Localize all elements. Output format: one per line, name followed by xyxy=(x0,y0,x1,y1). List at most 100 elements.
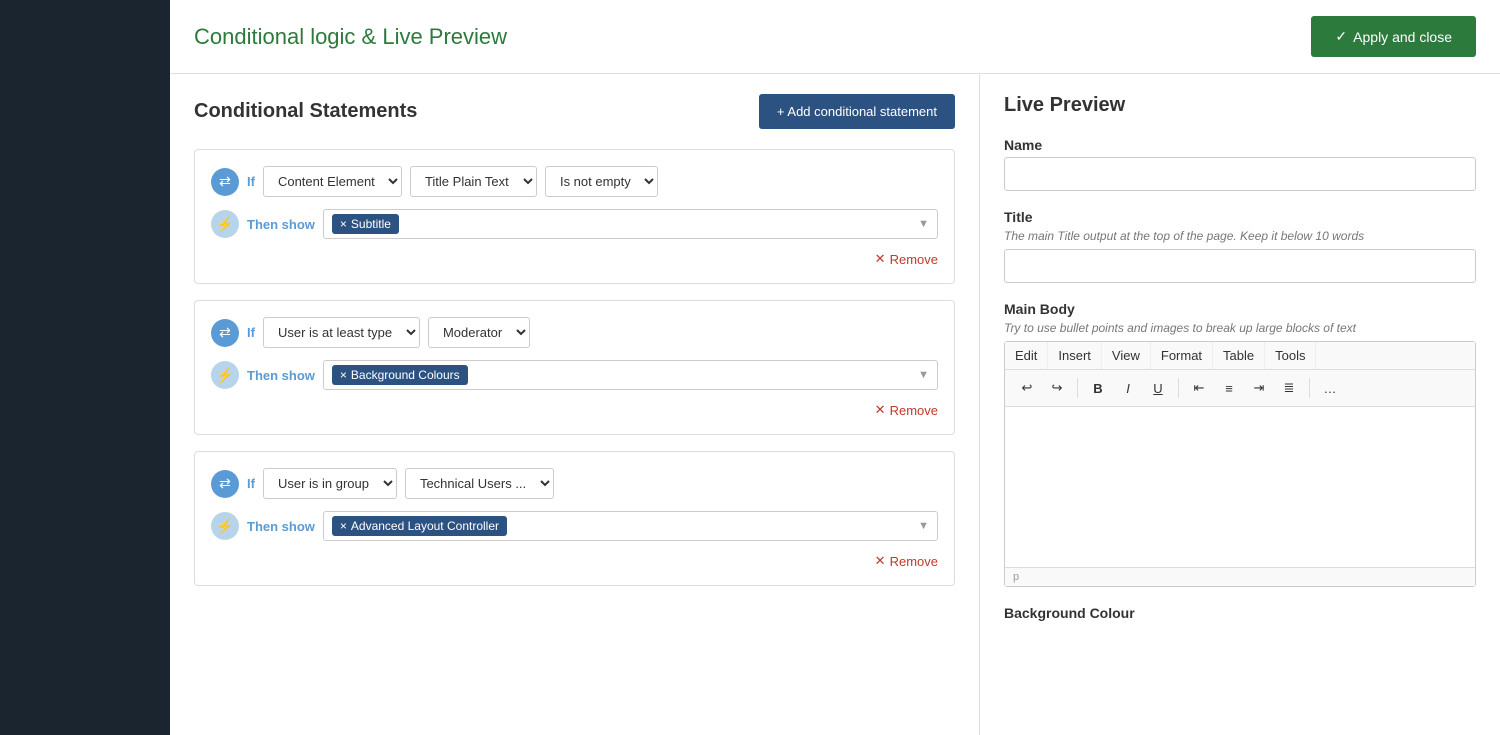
tag-label: Subtitle xyxy=(351,217,391,231)
preview-field-background-colour: Background Colour xyxy=(1004,605,1476,621)
modal-panel: Conditional logic & Live Preview ✓ Apply… xyxy=(170,0,1500,735)
tag-remove-icon-2[interactable]: × xyxy=(340,368,347,382)
rte-redo-button[interactable]: ↪ xyxy=(1043,374,1071,402)
remove-x-icon-2: ✕ xyxy=(875,402,886,418)
add-conditional-statement-button[interactable]: + Add conditional statement xyxy=(759,94,955,129)
modal-header: Conditional logic & Live Preview ✓ Apply… xyxy=(170,0,1500,74)
condition-row-if-2: ⇄ If User is at least type Moderator xyxy=(211,317,938,348)
remove-link-3[interactable]: ✕ Remove xyxy=(211,553,938,569)
tag-subtitle[interactable]: × Subtitle xyxy=(332,214,399,234)
tag-label-2: Background Colours xyxy=(351,368,460,382)
rte-body[interactable] xyxy=(1005,407,1475,567)
preview-field-name: Name xyxy=(1004,137,1476,191)
rte-menu-format[interactable]: Format xyxy=(1151,342,1213,369)
then-icon-1: ⚡ xyxy=(211,210,239,238)
remove-link-1[interactable]: ✕ Remove xyxy=(211,251,938,267)
rte-divider-2 xyxy=(1178,378,1179,398)
rte-underline-button[interactable]: U xyxy=(1144,374,1172,402)
modal-body: Conditional Statements + Add conditional… xyxy=(170,74,1500,735)
then-label-2: Then show xyxy=(247,368,315,383)
right-panel: Live Preview Name Title The main Title o… xyxy=(980,74,1500,735)
if-icon-3: ⇄ xyxy=(211,470,239,498)
condition-card-2: ⇄ If User is at least type Moderator ⚡ T… xyxy=(194,300,955,435)
tag-label-3: Advanced Layout Controller xyxy=(351,519,499,533)
remove-label-3: Remove xyxy=(890,554,938,569)
if-field-select-3[interactable]: User is in group xyxy=(263,468,397,499)
section-header: Conditional Statements + Add conditional… xyxy=(194,94,955,129)
rte-menu-edit[interactable]: Edit xyxy=(1005,342,1048,369)
condition-row-if-3: ⇄ If User is in group Technical Users ..… xyxy=(211,468,938,499)
dropdown-arrow-3: ▼ xyxy=(918,520,929,532)
rte-menu-table[interactable]: Table xyxy=(1213,342,1265,369)
rte-menu-tools[interactable]: Tools xyxy=(1265,342,1316,369)
rte-undo-button[interactable]: ↩ xyxy=(1013,374,1041,402)
preview-field-title: Title The main Title output at the top o… xyxy=(1004,209,1476,283)
section-title: Conditional Statements xyxy=(194,100,417,123)
preview-hint-title: The main Title output at the top of the … xyxy=(1004,229,1476,243)
then-select-3[interactable]: × Advanced Layout Controller ▼ xyxy=(323,511,938,541)
preview-label-name: Name xyxy=(1004,137,1476,153)
remove-x-icon-3: ✕ xyxy=(875,553,886,569)
rte-more-button[interactable]: … xyxy=(1316,374,1344,402)
then-icon-2: ⚡ xyxy=(211,361,239,389)
condition-card-3: ⇄ If User is in group Technical Users ..… xyxy=(194,451,955,586)
if-sub-field-select-1[interactable]: Title Plain Text Title Plain Text xyxy=(410,166,537,197)
if-label-1: If xyxy=(247,174,255,189)
checkmark-icon: ✓ xyxy=(1335,28,1347,45)
condition-card-1: ⇄ If Content Element Title Plain Text Ti… xyxy=(194,149,955,284)
remove-label-2: Remove xyxy=(890,403,938,418)
rte-align-right-button[interactable]: ⇥ xyxy=(1245,374,1273,402)
apply-btn-label: Apply and close xyxy=(1353,29,1452,45)
rte-menu-view[interactable]: View xyxy=(1102,342,1151,369)
rte-align-center-button[interactable]: ≡ xyxy=(1215,374,1243,402)
dropdown-arrow-2: ▼ xyxy=(918,369,929,381)
apply-close-button[interactable]: ✓ Apply and close xyxy=(1311,16,1476,57)
preview-label-title: Title xyxy=(1004,209,1476,225)
rte-italic-button[interactable]: I xyxy=(1114,374,1142,402)
rte-editor: Edit Insert View Format Table Tools ↩ ↪ … xyxy=(1004,341,1476,587)
tag-background-colours[interactable]: × Background Colours xyxy=(332,365,468,385)
dropdown-arrow-1: ▼ xyxy=(918,218,929,230)
condition-row-then-2: ⚡ Then show × Background Colours ▼ xyxy=(211,360,938,390)
rte-align-justify-button[interactable]: ≣ xyxy=(1275,374,1303,402)
tag-advanced-layout[interactable]: × Advanced Layout Controller xyxy=(332,516,507,536)
rte-align-left-button[interactable]: ⇤ xyxy=(1185,374,1213,402)
preview-label-background-colour: Background Colour xyxy=(1004,605,1476,621)
if-operator-select-1[interactable]: Is not empty xyxy=(545,166,658,197)
remove-link-2[interactable]: ✕ Remove xyxy=(211,402,938,418)
preview-field-main-body: Main Body Try to use bullet points and i… xyxy=(1004,301,1476,587)
rte-divider-3 xyxy=(1309,378,1310,398)
then-icon-3: ⚡ xyxy=(211,512,239,540)
rte-menu-insert[interactable]: Insert xyxy=(1048,342,1102,369)
rte-divider-1 xyxy=(1077,378,1078,398)
if-label-2: If xyxy=(247,325,255,340)
then-select-1[interactable]: × Subtitle ▼ xyxy=(323,209,938,239)
rte-menubar: Edit Insert View Format Table Tools xyxy=(1005,342,1475,370)
if-field-select-2[interactable]: User is at least type xyxy=(263,317,420,348)
then-select-2[interactable]: × Background Colours ▼ xyxy=(323,360,938,390)
preview-hint-main-body: Try to use bullet points and images to b… xyxy=(1004,321,1476,335)
if-field-select-1[interactable]: Content Element xyxy=(263,166,402,197)
if-icon-1: ⇄ xyxy=(211,168,239,196)
rte-statusbar: p xyxy=(1005,567,1475,586)
if-operator-select-3[interactable]: Technical Users ... xyxy=(405,468,554,499)
then-label-1: Then show xyxy=(247,217,315,232)
left-panel: Conditional Statements + Add conditional… xyxy=(170,74,980,735)
if-label-3: If xyxy=(247,476,255,491)
preview-label-main-body: Main Body xyxy=(1004,301,1476,317)
remove-x-icon-1: ✕ xyxy=(875,251,886,267)
condition-row-then-1: ⚡ Then show × Subtitle ▼ xyxy=(211,209,938,239)
remove-label-1: Remove xyxy=(890,252,938,267)
live-preview-title: Live Preview xyxy=(1004,94,1476,117)
preview-input-title[interactable] xyxy=(1004,249,1476,283)
if-operator-select-2[interactable]: Moderator xyxy=(428,317,530,348)
then-label-3: Then show xyxy=(247,519,315,534)
preview-input-name[interactable] xyxy=(1004,157,1476,191)
tag-remove-icon-3[interactable]: × xyxy=(340,519,347,533)
tag-remove-icon[interactable]: × xyxy=(340,217,347,231)
if-icon-2: ⇄ xyxy=(211,319,239,347)
modal-title: Conditional logic & Live Preview xyxy=(194,24,507,50)
rte-bold-button[interactable]: B xyxy=(1084,374,1112,402)
condition-row-then-3: ⚡ Then show × Advanced Layout Controller… xyxy=(211,511,938,541)
rte-toolbar: ↩ ↪ B I U ⇤ ≡ ⇥ ≣ … xyxy=(1005,370,1475,407)
